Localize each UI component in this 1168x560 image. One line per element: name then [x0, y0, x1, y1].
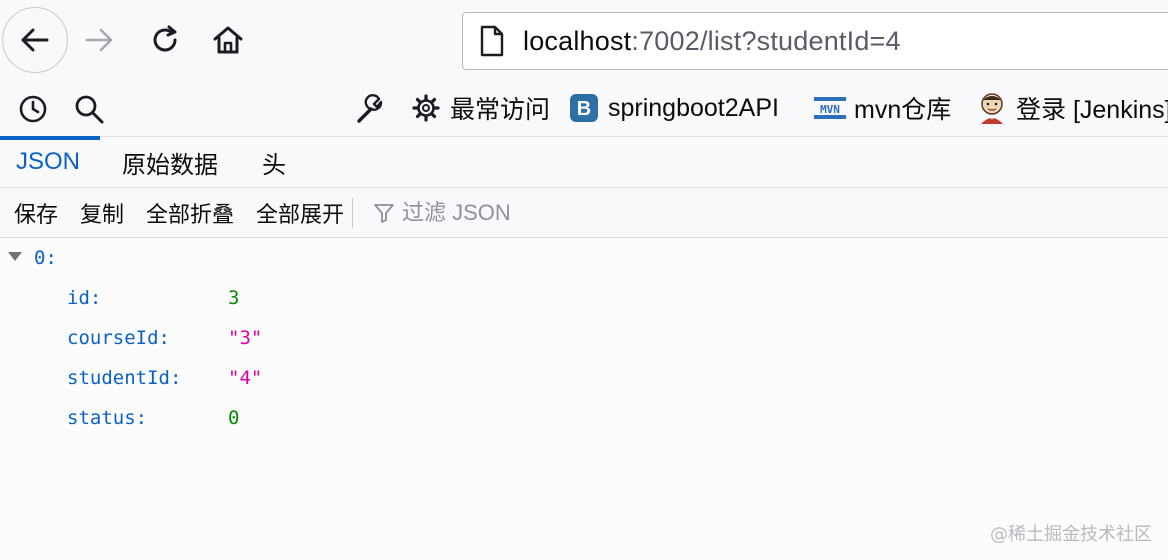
json-toolbar: 保存 复制 全部折叠 全部展开	[0, 188, 1168, 238]
filter-icon	[374, 204, 394, 223]
json-key: studentId:	[67, 367, 182, 389]
bookmark-label: springboot2API	[608, 93, 779, 122]
page-icon	[477, 24, 507, 58]
filter-json-input[interactable]	[402, 200, 782, 226]
json-value: "3"	[228, 320, 262, 356]
json-number-value: 3	[228, 287, 240, 309]
reload-button[interactable]	[145, 20, 185, 60]
svg-text:B: B	[577, 98, 591, 120]
back-button[interactable]	[2, 7, 68, 73]
json-row: status:	[67, 400, 147, 436]
home-button[interactable]	[208, 20, 248, 60]
bookmark-label: mvn仓库	[854, 96, 952, 124]
json-key: status:	[67, 407, 148, 429]
bootstrap-icon: B	[568, 92, 600, 124]
arrow-right-icon	[85, 28, 113, 52]
bookmark-most-visited[interactable]: 最常访问	[410, 90, 550, 126]
filter-box[interactable]	[372, 196, 792, 230]
bookmark-jenkins[interactable]: 登录 [Jenkins]	[976, 90, 1168, 126]
bookmark-label: 最常访问	[450, 96, 551, 124]
bookmarks-toolbar: 最常访问 B springboot2API MVN mvn仓库 登录 [Jenk…	[0, 80, 1168, 136]
navigation-bar: localhost:7002/list?studentId=4	[0, 0, 1168, 80]
json-key: courseId:	[67, 327, 170, 349]
url-bar[interactable]: localhost:7002/list?studentId=4	[462, 12, 1168, 70]
tab-headers[interactable]: 头	[262, 137, 286, 187]
arrow-left-icon	[21, 28, 49, 52]
history-icon[interactable]	[16, 92, 50, 126]
reload-icon	[153, 25, 177, 52]
json-array-index[interactable]: 0:	[34, 240, 57, 276]
json-key: id:	[67, 287, 102, 309]
bookmark-label: 登录 [Jenkins]	[1016, 96, 1168, 124]
forward-button[interactable]	[80, 20, 120, 60]
json-viewer: 0: id: 3 courseId: "3" studentId: "4" st…	[0, 238, 1168, 560]
bookmark-mvn[interactable]: MVN mvn仓库	[814, 90, 951, 126]
mvn-icon: MVN	[814, 92, 846, 124]
tab-raw-data[interactable]: 原始数据	[122, 137, 218, 187]
tab-json[interactable]: JSON	[16, 137, 80, 187]
save-button[interactable]: 保存	[14, 196, 58, 230]
viewer-tabs: JSON 原始数据 头	[0, 136, 1168, 188]
json-row: id:	[67, 280, 101, 316]
json-row: courseId:	[67, 320, 170, 356]
copy-button[interactable]: 复制	[80, 196, 124, 230]
svg-text:MVN: MVN	[820, 103, 840, 116]
expand-all-button[interactable]: 全部展开	[256, 196, 344, 230]
watermark: @稀土掘金技术社区	[990, 524, 1152, 545]
json-string-value: "4"	[228, 367, 263, 389]
json-value: 3	[228, 280, 239, 316]
json-row: studentId:	[67, 360, 181, 396]
gear-icon	[410, 92, 442, 124]
collapse-all-button[interactable]: 全部折叠	[146, 196, 234, 230]
json-value: 0	[228, 400, 239, 436]
json-value: "4"	[228, 360, 262, 396]
jenkins-icon	[976, 92, 1008, 124]
url-path: :7002/list?studentId=4	[631, 25, 901, 56]
url-text[interactable]: localhost:7002/list?studentId=4	[523, 26, 901, 57]
search-icon[interactable]	[72, 92, 106, 126]
home-icon	[213, 26, 243, 54]
wrench-icon[interactable]	[352, 92, 386, 126]
json-key: 0:	[34, 247, 57, 269]
json-string-value: "3"	[228, 327, 263, 349]
collapse-toggle-icon[interactable]	[8, 252, 22, 261]
toolbar-divider	[352, 198, 353, 228]
bookmark-springboot2api[interactable]: B springboot2API	[568, 90, 779, 126]
url-host: localhost	[523, 25, 632, 56]
json-number-value: 0	[228, 407, 240, 429]
